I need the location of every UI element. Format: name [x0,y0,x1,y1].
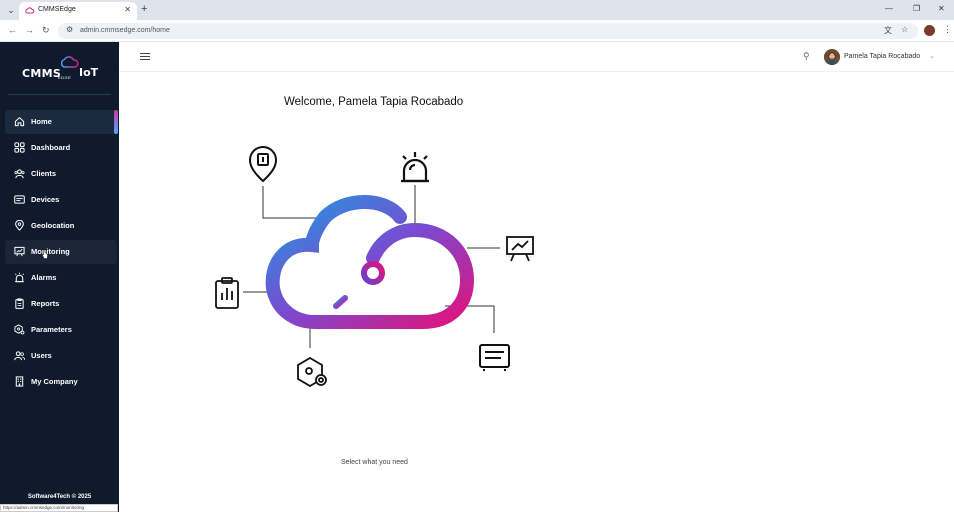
reload-icon[interactable]: ↻ [42,25,50,36]
sidebar-item-parameters[interactable]: Parameters [5,318,117,342]
select-hint: Select what you need [341,459,408,466]
top-bar: ⚲ Pamela Tapia Rocabado ⌄ [119,42,954,72]
devices-icon [14,195,25,204]
tab-close-icon[interactable]: ✕ [124,5,131,14]
sidebar-item-dashboard[interactable]: Dashboard [5,136,117,160]
sidebar-item-alarms[interactable]: Alarms [5,266,117,290]
geolocation-pin-icon[interactable] [248,146,278,183]
hand-cursor-icon [42,250,48,259]
logo-cloud-icon [60,56,79,68]
clients-icon [14,169,25,179]
bookmark-star-icon[interactable]: ☆ [901,25,908,34]
alarm-icon[interactable] [401,152,429,183]
sidebar-item-devices[interactable]: Devices [5,188,117,212]
sidebar-item-label: Devices [31,195,60,204]
sidebar-item-label: Alarms [31,273,57,282]
url-field[interactable]: ⚙ admin.cmmsedge.com/home 文 ☆ [58,23,918,39]
avatar[interactable] [824,49,840,65]
tab-title: CMMSEdge [38,6,76,13]
new-tab-icon[interactable]: + [141,3,147,15]
search-icon[interactable]: ⚲ [803,51,810,62]
translate-icon[interactable]: 文 [884,25,892,36]
forward-icon[interactable]: → [25,25,34,35]
welcome-title: Welcome, Pamela Tapia Rocabado [284,96,464,108]
sidebar-menu: Home Dashboard Clients Devices Geolocati… [5,110,117,396]
monitoring-icon [14,246,25,257]
avatar-photo-icon [824,49,840,65]
location-icon [15,220,24,231]
cloud-graphic [265,195,475,329]
sidebar-item-clients[interactable]: Clients [5,162,117,186]
address-bar: ← → ↻ ⚙ admin.cmmsedge.com/home 文 ☆ ⋮ [0,20,954,42]
sidebar-item-monitoring[interactable]: Monitoring [5,240,117,264]
home-icon [14,116,25,127]
app-logo[interactable]: CMMS EDGE IoT [22,56,102,84]
active-item-accent [114,110,118,134]
sidebar-item-label: Home [31,117,52,126]
company-icon [15,376,24,387]
parameters-icon[interactable] [297,356,327,388]
sidebar-item-users[interactable]: Users [5,344,117,368]
sidebar-item-label: Reports [31,299,60,308]
logo-sub-text: EDGE [58,75,72,80]
monitoring-board-icon[interactable] [506,236,534,262]
browser-profile-avatar[interactable] [924,25,935,36]
alarm-icon [15,272,24,283]
logo-suffix-text: IoT [79,66,99,79]
sidebar-item-label: My Company [31,377,78,386]
browser-tab[interactable]: CMMSEdge ✕ [19,2,137,20]
device-icon[interactable] [479,344,510,371]
sidebar-item-reports[interactable]: Reports [5,292,117,316]
reports-icon [15,298,24,309]
browser-tab-bar: ⌄ CMMSEdge ✕ + — ❐ ✕ [0,0,954,20]
sidebar-item-geolocation[interactable]: Geolocation [5,214,117,238]
sidebar-item-label: Geolocation [31,221,75,230]
user-name[interactable]: Pamela Tapia Rocabado [844,53,920,60]
module-diagram [215,146,534,388]
dashboard-icon [14,142,25,153]
sidebar-item-label: Dashboard [31,143,71,152]
menu-toggle-icon[interactable] [140,53,150,61]
sidebar-item-label: Monitoring [31,247,70,256]
sidebar-item-home[interactable]: Home [5,110,117,134]
sidebar-item-label: Users [31,351,52,360]
sidebar: CMMS EDGE IoT Home Dashboard Clients Dev… [0,42,119,512]
chevron-down-icon[interactable]: ⌄ [929,52,935,60]
restore-icon[interactable]: ❐ [913,4,920,13]
sidebar-item-my-company[interactable]: My Company [5,370,117,394]
site-info-icon[interactable]: ⚙ [66,25,73,34]
sidebar-divider [8,94,111,95]
browser-menu-icon[interactable]: ⋮ [943,24,952,35]
reports-clipboard-icon[interactable] [215,277,239,309]
sidebar-footer: Software4Tech © 2025 [27,494,92,500]
back-icon[interactable]: ← [8,25,17,35]
logo-main-text: CMMS [22,67,62,80]
url-text: admin.cmmsedge.com/home [80,27,170,34]
tab-list-chevron-icon[interactable]: ⌄ [4,3,18,17]
minimize-icon[interactable]: — [885,4,893,13]
sidebar-item-label: Clients [31,169,57,178]
cloud-favicon-icon [25,7,35,14]
window-close-icon[interactable]: ✕ [938,4,945,13]
sidebar-item-label: Parameters [31,325,72,334]
users-icon [14,351,25,361]
parameters-icon [14,324,25,335]
status-bar-url: https://admin.cmmsedge.com/monitoring [0,504,118,512]
